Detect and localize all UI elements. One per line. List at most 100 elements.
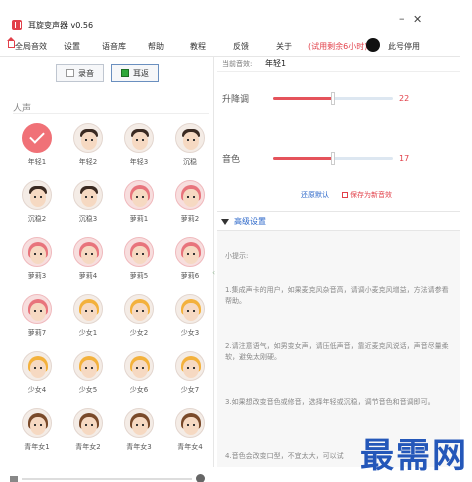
volume-icon bbox=[10, 476, 18, 482]
voice-avatar-icon bbox=[124, 237, 154, 267]
voice-item[interactable]: 年轻1 bbox=[12, 123, 62, 173]
triangle-down-icon bbox=[221, 218, 229, 225]
current-effect-label: 当前音效: bbox=[222, 60, 253, 68]
save-new-effect-link[interactable]: 保存为新音效 bbox=[342, 190, 392, 200]
voice-label: 少女3 bbox=[180, 329, 200, 337]
voice-item[interactable]: 萝莉6 bbox=[165, 237, 215, 287]
home-icon bbox=[7, 37, 15, 48]
voice-label: 萝莉5 bbox=[129, 272, 149, 280]
voice-label: 萝莉6 bbox=[180, 272, 200, 280]
voice-label: 少女1 bbox=[78, 329, 98, 337]
voice-avatar-icon bbox=[22, 351, 52, 381]
app-window: 耳旋变声器 v0.56 – ✕ 全局音效 设置 语音库 帮助 教程 反馈 关于 … bbox=[0, 0, 472, 482]
voice-item[interactable]: 青年女4 bbox=[165, 408, 215, 458]
voice-avatar-icon bbox=[22, 408, 52, 438]
voice-item[interactable]: 萝莉3 bbox=[12, 237, 62, 287]
tip-item-1: 1.集成声卡的用户，如果麦克风杂音高，请调小麦克风增益，方法请参看帮助。 bbox=[225, 286, 449, 305]
current-effect-divider bbox=[217, 71, 460, 72]
ear-return-button[interactable]: 耳返 bbox=[111, 64, 159, 82]
voice-avatar-icon bbox=[73, 180, 103, 210]
menu-global-effects[interactable]: 全局音效 bbox=[15, 41, 47, 52]
window-title: 耳旋变声器 v0.56 bbox=[28, 20, 94, 30]
voice-label: 青年女2 bbox=[75, 443, 101, 451]
voice-item[interactable]: 年轻2 bbox=[63, 123, 113, 173]
voice-item[interactable]: 少女7 bbox=[165, 351, 215, 401]
menu-help[interactable]: 帮助 bbox=[148, 41, 164, 52]
ear-return-label: 耳返 bbox=[133, 68, 149, 78]
pitch-value: 22 bbox=[399, 94, 410, 103]
voice-avatar-icon bbox=[73, 123, 103, 153]
selected-check-icon bbox=[22, 123, 52, 153]
voice-avatar-icon bbox=[73, 294, 103, 324]
timbre-slider-knob[interactable] bbox=[331, 152, 335, 165]
voice-label: 青年女3 bbox=[126, 443, 152, 451]
voice-avatar-icon bbox=[175, 180, 205, 210]
menu-bar: 全局音效 设置 语音库 帮助 教程 反馈 关于 (试用剩余6小时) 此号停用 bbox=[0, 38, 460, 54]
voice-item[interactable]: 沉稳 bbox=[165, 123, 215, 173]
minimize-button[interactable]: – bbox=[399, 12, 405, 25]
voice-item[interactable]: 年轻3 bbox=[114, 123, 164, 173]
voice-item[interactable]: 少女1 bbox=[63, 294, 113, 344]
voice-item[interactable]: 萝莉2 bbox=[165, 180, 215, 230]
restore-default-link[interactable]: 还原默认 bbox=[301, 190, 329, 200]
voice-item[interactable]: 少女3 bbox=[165, 294, 215, 344]
voice-item[interactable]: 青年女2 bbox=[63, 408, 113, 458]
voice-item[interactable]: 少女6 bbox=[114, 351, 164, 401]
voice-avatar-icon bbox=[73, 408, 103, 438]
voice-label: 少女6 bbox=[129, 386, 149, 394]
advanced-settings-toggle[interactable]: 高级设置 bbox=[221, 216, 266, 227]
tip-item-3: 3.如果想改变音色或修音，选择年轻或沉稳，调节音色和音调即可。 bbox=[225, 398, 435, 406]
voice-avatar-icon bbox=[22, 237, 52, 267]
menu-tutorial[interactable]: 教程 bbox=[190, 41, 206, 52]
timbre-slider-fill bbox=[273, 157, 333, 160]
voice-item[interactable]: 少女2 bbox=[114, 294, 164, 344]
record-label: 录音 bbox=[78, 68, 94, 78]
menu-settings[interactable]: 设置 bbox=[64, 41, 80, 52]
voice-item[interactable]: 萝莉5 bbox=[114, 237, 164, 287]
voice-item[interactable]: 沉稳3 bbox=[63, 180, 113, 230]
voice-item[interactable]: 萝莉1 bbox=[114, 180, 164, 230]
voice-label: 年轻1 bbox=[27, 158, 47, 166]
avatar[interactable] bbox=[366, 38, 380, 52]
pitch-slider[interactable] bbox=[273, 92, 393, 105]
voice-label: 萝莉3 bbox=[27, 272, 47, 280]
close-button[interactable]: ✕ bbox=[413, 13, 422, 26]
voice-label: 萝莉4 bbox=[78, 272, 98, 280]
volume-slider-knob[interactable] bbox=[196, 474, 205, 482]
account-status[interactable]: 此号停用 bbox=[388, 41, 420, 52]
voice-label: 萝莉7 bbox=[27, 329, 47, 337]
pitch-label: 升降调 bbox=[222, 95, 250, 105]
voice-avatar-icon bbox=[124, 123, 154, 153]
voice-avatar-icon bbox=[124, 294, 154, 324]
save-icon bbox=[342, 192, 348, 198]
voice-item[interactable]: 萝莉4 bbox=[63, 237, 113, 287]
panel-collapse-handle[interactable]: ‹ bbox=[212, 268, 215, 277]
menu-voice-library[interactable]: 语音库 bbox=[102, 41, 126, 52]
voice-avatar-icon bbox=[124, 180, 154, 210]
voice-label: 年轻2 bbox=[78, 158, 98, 166]
voice-avatar-icon bbox=[124, 351, 154, 381]
voice-label: 萝莉2 bbox=[180, 215, 200, 223]
voice-item[interactable]: 少女5 bbox=[63, 351, 113, 401]
ear-return-checkbox-icon bbox=[121, 69, 129, 77]
voice-item[interactable]: 青年女1 bbox=[12, 408, 62, 458]
volume-slider[interactable] bbox=[22, 478, 192, 480]
voice-item[interactable]: 青年女3 bbox=[114, 408, 164, 458]
timbre-slider[interactable] bbox=[273, 152, 393, 165]
trial-remaining[interactable]: (试用剩余6小时) bbox=[308, 41, 367, 52]
record-button[interactable]: 录音 bbox=[56, 64, 104, 82]
voice-label: 少女7 bbox=[180, 386, 200, 394]
menu-about[interactable]: 关于 bbox=[276, 41, 292, 52]
record-checkbox-icon bbox=[66, 69, 74, 77]
voice-item[interactable]: 少女4 bbox=[12, 351, 62, 401]
menu-feedback[interactable]: 反馈 bbox=[233, 41, 249, 52]
pitch-slider-knob[interactable] bbox=[331, 92, 335, 105]
watermark-logo: 最需网 bbox=[360, 436, 468, 476]
timbre-label: 音色 bbox=[222, 155, 241, 165]
voice-avatar-icon bbox=[124, 408, 154, 438]
tip-item-2: 2.请注意语气，如男变女声，请压低声音，靠近麦克风说话，声音尽量柔软，避免太刚硬… bbox=[225, 342, 449, 361]
settings-panel: 当前音效: 年轻1 升降调 22 音色 17 还原默认 保存为新音效 高级设置 … bbox=[217, 57, 460, 467]
voice-item[interactable]: 沉稳2 bbox=[12, 180, 62, 230]
voice-item[interactable]: 萝莉7 bbox=[12, 294, 62, 344]
voice-avatar-icon bbox=[175, 123, 205, 153]
